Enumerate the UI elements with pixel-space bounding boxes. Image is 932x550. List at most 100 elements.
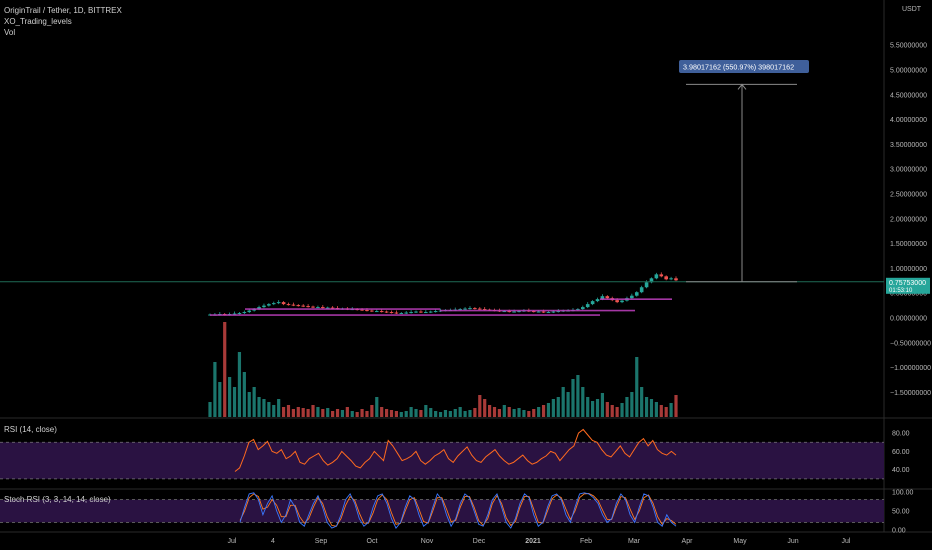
volume-bar	[458, 407, 462, 417]
stoch-tick-label: 0.00	[892, 528, 906, 535]
volume-bar	[389, 410, 394, 417]
volume-bar	[291, 409, 295, 417]
candle-body	[512, 311, 516, 313]
time-axis[interactable]: Jul 4 Sep Oct Nov Dec 2021 Feb Mar Apr May Jun Jul	[228, 538, 851, 545]
volume-bar	[463, 411, 467, 417]
stoch-band	[0, 499, 884, 523]
candle-body	[370, 310, 374, 312]
candle-body	[659, 274, 664, 277]
candle-body	[237, 313, 242, 315]
candle-body	[639, 287, 644, 293]
candle-body	[316, 307, 320, 309]
volume-bar	[286, 405, 291, 417]
rsi-legend: RSI (14, close)	[4, 424, 57, 435]
volume-bar	[228, 377, 232, 417]
volume-bar	[345, 407, 349, 417]
candle-body	[306, 306, 310, 308]
volume-bar	[659, 405, 663, 417]
price-axis[interactable]: USDT 5.50000000 5.00000000 4.50000000 4.0000…	[886, 6, 931, 397]
volume-bar	[424, 405, 428, 417]
volume-bar	[335, 409, 340, 417]
volume-bar	[581, 387, 585, 417]
rsi-title[interactable]: RSI (14, close)	[4, 424, 57, 435]
candle-body	[384, 311, 389, 313]
chart-canvas[interactable]: 3.98017162 (550.97%) 398017162 USDT 5.500…	[0, 0, 932, 550]
volume-bar	[502, 405, 506, 417]
time-tick-label: Jul	[228, 538, 237, 545]
volume-bar	[507, 407, 511, 417]
volume-bar	[272, 405, 276, 417]
volume-bar	[488, 405, 492, 417]
candle-body	[581, 307, 585, 310]
volume-bar	[281, 407, 286, 417]
volume-bar	[595, 399, 600, 417]
volume-bar	[527, 411, 531, 417]
volume-bar	[517, 408, 521, 417]
volume-bar	[399, 412, 403, 417]
candle-body	[267, 304, 271, 306]
stoch-rsi-pane[interactable]: 100.00 50.00 0.00	[0, 490, 914, 535]
price-tick-label: 0.00000000	[890, 316, 927, 323]
volume-bar	[267, 402, 271, 417]
candle-body	[296, 305, 301, 307]
volume-bar	[350, 411, 354, 417]
volume-bar	[380, 407, 384, 417]
time-tick-label: Mar	[628, 538, 641, 545]
time-tick-label: Dec	[473, 538, 486, 545]
price-pane[interactable]: 3.98017162 (550.97%) 398017162	[0, 60, 884, 417]
symbol-title[interactable]: OriginTrail / Tether, 1D, BITTREX	[4, 5, 122, 16]
candle-body	[595, 299, 600, 302]
volume-bar	[473, 408, 477, 417]
candle-body	[644, 282, 649, 288]
volume-bar	[326, 408, 330, 417]
price-tick-label: 2.00000000	[890, 216, 927, 223]
indicator-xo-trading-levels[interactable]: XO_Trading_levels	[4, 16, 122, 27]
rsi-tick-label: 80.00	[892, 431, 910, 438]
volume-bar	[635, 357, 639, 417]
volume-bar	[478, 395, 482, 417]
candle-body	[473, 308, 477, 310]
candle-body	[321, 307, 325, 309]
candle-body	[615, 300, 619, 303]
volume-bar	[443, 410, 448, 417]
volume-bar	[404, 411, 408, 417]
indicator-volume[interactable]: Vol	[4, 27, 122, 38]
rsi-tick-label: 60.00	[892, 449, 910, 456]
volume-bar	[497, 409, 502, 417]
price-tick-label: 3.50000000	[890, 142, 927, 149]
volume-bar	[644, 397, 649, 417]
price-tick-label: −1.00000000	[890, 365, 931, 372]
volume-bar	[360, 409, 364, 417]
volume-bar	[522, 410, 526, 417]
volume-bar	[208, 402, 212, 417]
volume-bar	[551, 399, 555, 417]
rsi-pane[interactable]: 80.00 60.00 40.00	[0, 428, 910, 480]
price-tick-label: 1.00000000	[890, 266, 927, 273]
volume-bar	[419, 410, 423, 417]
candle-body	[428, 311, 433, 313]
volume-bar	[541, 405, 546, 417]
volume-bar	[218, 382, 222, 417]
time-tick-label: Jul	[842, 538, 851, 545]
stoch-title[interactable]: Stoch RSI (3, 3, 14, 14, close)	[4, 494, 111, 505]
volume-bar	[468, 410, 472, 417]
main-legend: OriginTrail / Tether, 1D, BITTREX XO_Tra…	[4, 5, 122, 38]
candle-body	[585, 304, 590, 308]
volume-bar	[370, 405, 374, 417]
volume-bar	[252, 387, 256, 417]
price-tick-label: 1.50000000	[890, 241, 927, 248]
candle-body	[468, 308, 472, 310]
candle-body	[541, 311, 546, 313]
volume-bar	[213, 362, 217, 417]
candle-body	[379, 311, 384, 313]
time-tick-label: Jun	[787, 538, 798, 545]
candle-body	[286, 304, 291, 306]
volume-bar	[414, 409, 418, 417]
candle-body	[664, 276, 668, 280]
candle-body	[463, 308, 467, 310]
candle-body	[374, 311, 379, 313]
volume-bar	[306, 409, 310, 417]
candle-body	[262, 305, 266, 308]
volume-bar	[311, 405, 315, 417]
volume-bar	[625, 397, 629, 417]
